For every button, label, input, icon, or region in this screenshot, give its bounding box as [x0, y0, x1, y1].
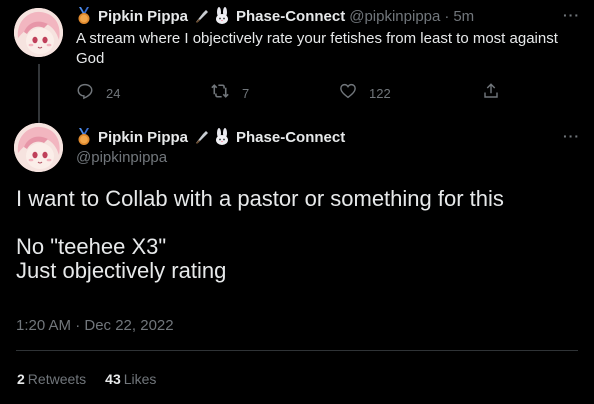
heart-icon — [339, 82, 357, 105]
author-handle[interactable]: @pipkinpippa — [76, 149, 167, 166]
retweet-button[interactable]: 7 — [210, 82, 249, 105]
tweet-timestamp[interactable]: 1:20 AM · Dec 22, 2022 — [16, 317, 174, 334]
retweets-stat[interactable]: 2 Retweets — [17, 371, 86, 387]
avatar-illustration — [14, 123, 63, 172]
tweet-time[interactable]: 5m — [453, 8, 474, 25]
knife-icon — [194, 8, 210, 24]
thread-connector — [38, 64, 40, 128]
reply-icon — [76, 82, 94, 105]
reply-button[interactable]: 24 — [76, 82, 120, 105]
medal-icon — [76, 7, 92, 25]
author-handle[interactable]: @pipkinpippa — [349, 8, 440, 25]
author-row: Pipkin Pippa Phase-Connect @pipkinpippa … — [76, 7, 474, 25]
likes-label: Likes — [123, 371, 157, 387]
share-button[interactable] — [482, 82, 500, 105]
retweet-count: 7 — [242, 86, 250, 101]
author-name[interactable]: Pipkin Pippa — [98, 8, 188, 25]
reply-count: 24 — [106, 86, 121, 101]
separator-dot: · — [444, 7, 450, 25]
retweets-label: Retweets — [27, 371, 87, 387]
like-count: 122 — [369, 86, 391, 101]
affiliation: Phase-Connect — [236, 7, 346, 25]
likes-count: 43 — [105, 371, 121, 387]
retweet-icon — [210, 82, 230, 105]
tweet-text: I want to Collab with a pastor or someth… — [16, 187, 578, 283]
engagement-stats: 2 Retweets 43 Likes — [17, 371, 175, 387]
author-row: Pipkin Pippa Phase-Connect — [76, 128, 345, 146]
more-options-button[interactable]: ··· — [563, 128, 580, 144]
divider — [16, 350, 578, 351]
affiliation: Phase-Connect — [236, 128, 346, 146]
tweet-thread: Pipkin Pippa Phase-Connect @pipkinpippa … — [0, 0, 594, 404]
likes-stat[interactable]: 43 Likes — [105, 371, 156, 387]
author-name[interactable]: Pipkin Pippa — [98, 129, 188, 146]
medal-icon — [76, 128, 92, 146]
rabbit-icon — [213, 7, 231, 25]
avatar[interactable] — [14, 123, 63, 172]
rabbit-icon — [213, 128, 231, 146]
avatar[interactable] — [14, 8, 63, 57]
tweet-line: I want to Collab with a pastor or someth… — [16, 186, 504, 211]
share-icon — [482, 82, 500, 105]
tweet-text: A stream where I objectively rate your f… — [76, 30, 558, 67]
avatar-illustration — [14, 8, 63, 57]
tweet-actions: 24 7 122 — [76, 82, 506, 102]
knife-icon — [194, 129, 210, 145]
tweet-line: No "teehee X3" — [16, 234, 167, 259]
retweets-count: 2 — [17, 371, 25, 387]
more-options-button[interactable]: ··· — [563, 7, 580, 23]
like-button[interactable]: 122 — [339, 82, 391, 105]
tweet-line: Just objectively rating — [16, 258, 227, 283]
